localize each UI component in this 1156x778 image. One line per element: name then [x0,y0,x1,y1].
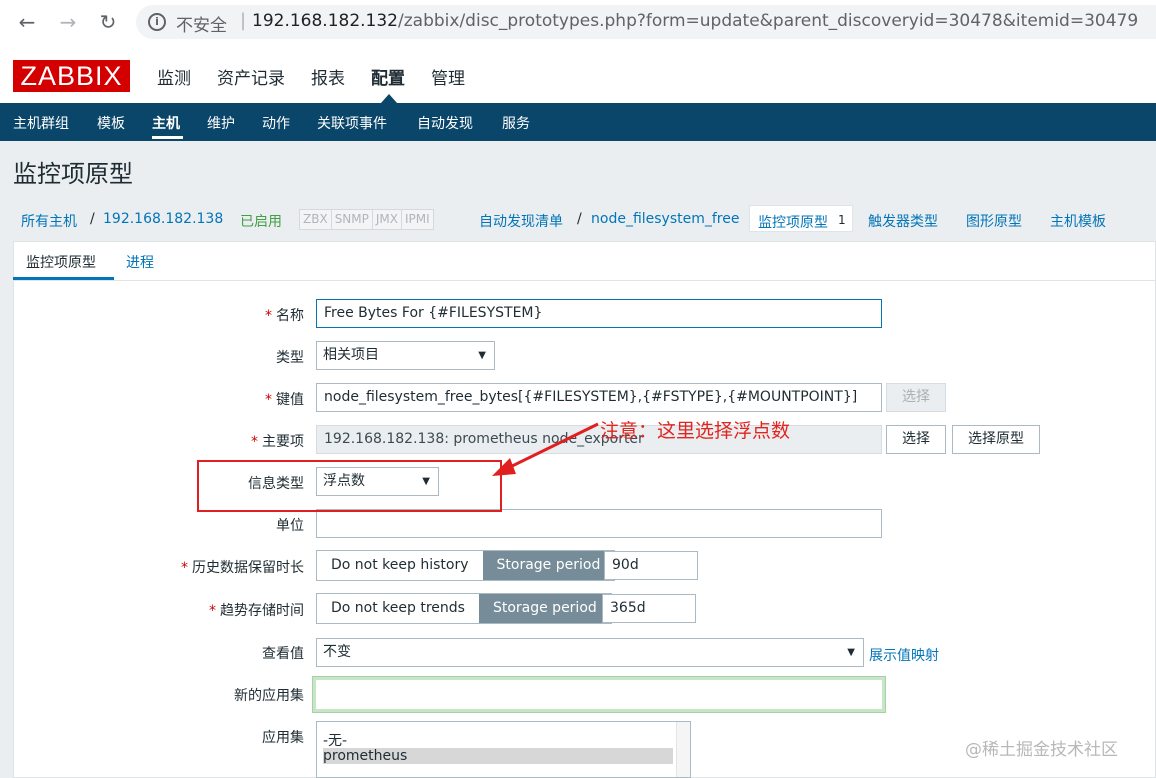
type-label: 类型 [276,350,304,366]
applications-listbox[interactable]: -无- prometheus [316,721,691,778]
trends-period-input[interactable]: 365d [602,594,696,623]
history-storage-period[interactable]: Storage period [482,551,615,580]
reload-icon[interactable]: ↻ [95,9,121,35]
back-arrow-icon[interactable]: ← [14,9,40,35]
annotation-text: 注意：这里选择浮点数 [600,420,791,442]
info-icon[interactable]: i [148,13,166,31]
history-do-not-keep[interactable]: Do not keep history [317,551,483,580]
tab-active-underline [13,277,114,280]
master-select-prototype-button[interactable]: 选择原型 [952,425,1040,454]
crumb-separator: / [577,211,582,227]
crumb-all-hosts[interactable]: 所有主机 [21,211,77,231]
page-title: 监控项原型 [13,160,133,188]
type-select-value: 相关项目 [323,347,379,363]
trends-do-not-keep[interactable]: Do not keep trends [317,594,479,623]
submenu-active-underline [152,136,183,139]
chevron-down-icon: ▼ [847,647,855,658]
new-application-label: 新的应用集 [234,688,304,704]
menu-monitoring[interactable]: 监测 [157,64,191,89]
badge-snmp: SNMP [332,210,373,229]
crumb-separator: / [90,211,95,227]
units-label: 单位 [276,518,304,534]
annotation-highlight-box [197,460,502,512]
submenu-event-correlation[interactable]: 关联项事件 [317,113,387,133]
master-item-input: 192.168.182.138: prometheus node_exporte… [316,425,882,454]
submenu-templates[interactable]: 模板 [97,113,125,133]
host-status-enabled[interactable]: 已启用 [240,211,282,231]
badge-jmx: JMX [373,210,402,229]
submenu-hosts[interactable]: 主机 [152,113,180,133]
trends-label: * 趋势存储时间 [209,603,304,619]
sub-menu: 主机群组 模板 主机 维护 动作 关联项事件 自动发现 服务 [0,103,1156,141]
tab-process[interactable]: 进程 [126,252,154,272]
submenu-maintenance[interactable]: 维护 [207,113,235,133]
menu-reports[interactable]: 报表 [311,64,345,89]
zabbix-logo[interactable]: ZABBIX [13,60,130,92]
submenu-host-groups[interactable]: 主机群组 [13,113,69,133]
crumb-discovery-list[interactable]: 自动发现清单 [479,211,563,231]
value-map-select[interactable]: 不变 ▼ [316,638,864,667]
value-map-value: 不变 [323,644,351,660]
key-label: * 键值 [265,392,304,408]
badge-zbx: ZBX [300,210,332,229]
name-label: * 名称 [265,308,304,324]
new-application-input[interactable] [312,676,886,713]
breadcrumb: 所有主机 / 192.168.182.138 已启用 ZBX SNMP JMX … [13,203,1156,236]
menu-administration[interactable]: 管理 [431,64,465,89]
availability-badges: ZBX SNMP JMX IPMI [299,209,434,230]
value-map-label: 查看值 [262,646,304,662]
trends-toggle[interactable]: Do not keep trends Storage period [316,593,612,624]
application-option[interactable]: prometheus [323,748,673,764]
key-select-button[interactable]: 选择 [886,383,946,412]
address-separator: | [240,10,247,31]
history-toggle[interactable]: Do not keep history Storage period [316,550,616,581]
key-input[interactable]: node_filesystem_free_bytes[{#FILESYSTEM}… [316,383,882,412]
address-bar[interactable]: i 不安全 | 192.168.182.132/zabbix/disc_prot… [136,5,1156,39]
submenu-discovery[interactable]: 自动发现 [417,113,473,133]
form-tabs: 监控项原型 进程 [13,241,1156,281]
url-text[interactable]: 192.168.182.132/zabbix/disc_prototypes.p… [252,11,1138,31]
submenu-actions[interactable]: 动作 [262,113,290,133]
show-value-mappings-link[interactable]: 展示值映射 [869,645,939,665]
menu-inventory[interactable]: 资产记录 [217,64,285,89]
browser-toolbar: ← → ↻ i 不安全 | 192.168.182.132/zabbix/dis… [0,0,1156,44]
application-option[interactable]: -无- [323,730,347,750]
active-menu-caret [381,94,397,103]
units-input[interactable] [316,509,882,538]
name-input[interactable]: Free Bytes For {#FILESYSTEM} [316,299,882,328]
trends-storage-period[interactable]: Storage period [478,594,611,623]
crumb-item-prototypes-label: 监控项原型 [758,215,828,231]
crumb-item-prototypes-count: 1 [838,213,846,227]
forward-arrow-icon[interactable]: → [55,9,81,35]
type-select[interactable]: 相关项目 ▼ [316,341,495,370]
watermark: @稀土掘金技术社区 [965,740,1118,760]
crumb-item-prototypes[interactable]: 监控项原型 1 [749,205,853,232]
master-select-button[interactable]: 选择 [886,425,946,454]
master-item-label: * 主要项 [251,434,304,450]
crumb-host[interactable]: 192.168.182.138 [103,211,223,227]
crumb-graph-prototypes[interactable]: 图形原型 [966,211,1022,231]
crumb-trigger-types[interactable]: 触发器类型 [868,211,938,231]
history-period-input[interactable]: 90d [604,551,698,580]
top-menu: ZABBIX 监测 资产记录 报表 配置 管理 [0,52,1156,102]
history-label: * 历史数据保留时长 [181,560,304,576]
tab-item-prototype[interactable]: 监控项原型 [26,252,96,272]
menu-configuration[interactable]: 配置 [371,64,405,89]
applications-label: 应用集 [262,730,304,746]
listbox-scrollbar[interactable] [676,722,690,777]
chevron-down-icon: ▼ [478,350,486,361]
submenu-services[interactable]: 服务 [502,113,530,133]
insecure-label: 不安全 [176,16,227,36]
crumb-discovery-rule[interactable]: node_filesystem_free [591,211,739,227]
badge-ipmi: IPMI [405,212,430,226]
crumb-host-templates[interactable]: 主机模板 [1050,211,1106,231]
